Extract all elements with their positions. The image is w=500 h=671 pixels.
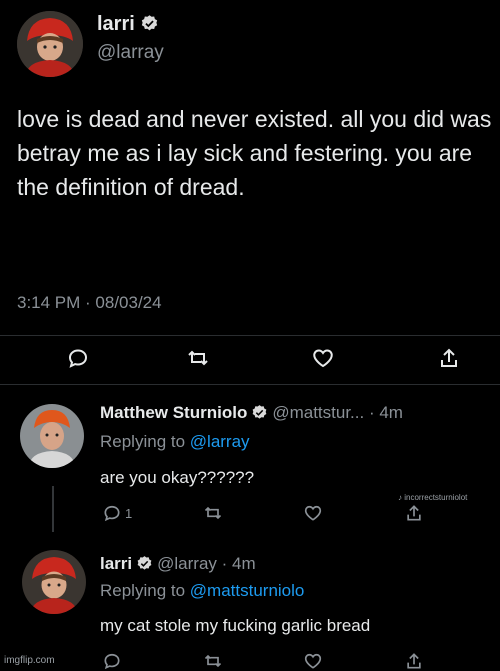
retweet-icon	[204, 506, 222, 520]
reply-1-reply-count: 1	[125, 505, 133, 521]
replying-to-label: Replying to	[100, 581, 190, 600]
reply-1-display-name[interactable]: Matthew Sturniolo	[100, 403, 247, 422]
reply-1-share-button[interactable]	[404, 503, 424, 523]
tiktok-logo-icon: ♪	[398, 493, 402, 502]
divider-middle	[0, 384, 500, 385]
reply-bubble-icon	[68, 349, 88, 368]
main-tweet-handle[interactable]: @larray	[97, 42, 164, 64]
replying-to-mention[interactable]: @mattsturniolo	[190, 581, 305, 600]
verified-badge-icon	[136, 555, 153, 572]
main-tweet-actions	[0, 346, 500, 374]
main-tweet-timestamp[interactable]: 3:14 PM · 08/03/24	[17, 293, 162, 313]
reply-2-reply-button[interactable]	[102, 651, 122, 671]
reply-1-retweet-button[interactable]	[203, 503, 223, 523]
share-icon	[441, 348, 457, 367]
retweet-icon	[204, 654, 222, 668]
verified-badge-icon	[251, 404, 268, 421]
reply-2-display-name[interactable]: larri	[100, 554, 132, 573]
replying-to-label: Replying to	[100, 432, 190, 451]
reply-2-replying-to: Replying to @mattsturniolo	[100, 581, 304, 601]
profile-photo-icon	[22, 550, 86, 614]
share-button[interactable]	[437, 346, 461, 370]
heart-icon	[313, 349, 333, 368]
watermark-corner-text: incorrectsturniolot	[404, 493, 468, 502]
share-icon	[407, 505, 421, 521]
retweet-icon	[188, 350, 208, 366]
reply-1-author[interactable]: Matthew Sturniolo @mattstur... · 4m	[100, 403, 403, 423]
replying-to-mention[interactable]: @larray	[190, 432, 250, 451]
divider-top	[0, 335, 500, 336]
reply-1-reply-button[interactable]: 1	[102, 503, 132, 523]
main-tweet-avatar[interactable]	[17, 11, 83, 77]
reply-2-handle-time[interactable]: @larray · 4m	[157, 554, 256, 573]
watermark-bottom: imgflip.com	[4, 655, 55, 666]
reply-bubble-icon	[104, 505, 120, 522]
reply-2-author[interactable]: larri @larray · 4m	[100, 554, 256, 574]
thread-connector-line	[52, 486, 54, 532]
reply-bubble-icon	[104, 653, 120, 670]
like-button[interactable]	[311, 346, 335, 370]
reply-button[interactable]	[66, 346, 90, 370]
reply-1-like-button[interactable]	[303, 503, 323, 523]
main-tweet-display-name[interactable]: larri	[97, 13, 135, 35]
reply-1-text: are you okay??????	[100, 468, 255, 487]
reply-2-like-button[interactable]	[303, 651, 323, 671]
reply-1-avatar[interactable]	[20, 404, 84, 468]
profile-photo-icon	[17, 11, 83, 77]
profile-photo-icon	[20, 404, 84, 468]
heart-icon	[304, 505, 322, 521]
reply-2-avatar[interactable]	[22, 550, 86, 614]
share-icon	[407, 653, 421, 669]
main-tweet-author[interactable]: larri	[97, 13, 159, 36]
reply-2-retweet-button[interactable]	[203, 651, 223, 671]
main-tweet-text: love is dead and never existed. all you …	[17, 106, 492, 200]
reply-2-text: my cat stole my fucking garlic bread	[100, 616, 371, 635]
retweet-button[interactable]	[186, 346, 210, 370]
reply-1-replying-to: Replying to @larray	[100, 432, 250, 452]
heart-icon	[304, 653, 322, 669]
watermark-corner: ♪ incorrectsturniolot	[398, 493, 467, 502]
reply-2-share-button[interactable]	[404, 651, 424, 671]
verified-badge-icon	[140, 14, 159, 33]
reply-1-handle-time[interactable]: @mattstur... · 4m	[272, 403, 403, 422]
